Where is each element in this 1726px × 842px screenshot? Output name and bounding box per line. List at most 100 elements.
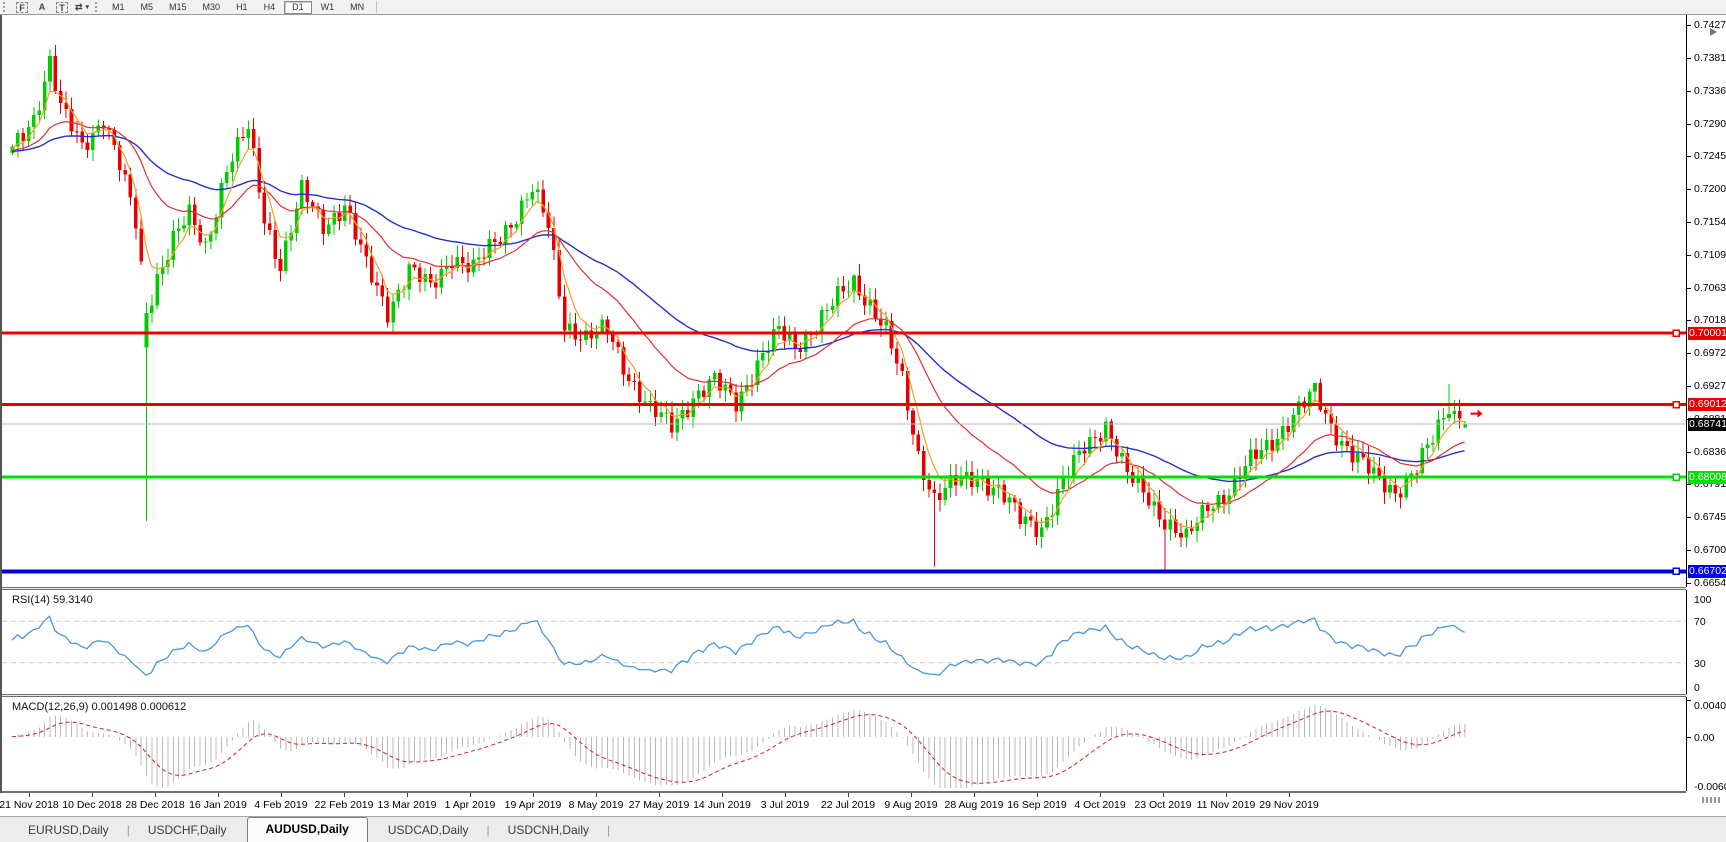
- price-tick: [1687, 189, 1691, 190]
- chart-tab-bar: EURUSD,Daily|USDCHF,DailyAUDUSD,DailyUSD…: [0, 816, 1726, 842]
- toolbar-separator: [376, 1, 377, 13]
- timeframe-button-H1[interactable]: H1: [229, 1, 255, 14]
- date-tick: [659, 793, 660, 797]
- timeframe-button-M30[interactable]: M30: [196, 1, 228, 14]
- date-label: 28 Dec 2018: [125, 799, 185, 811]
- date-tick: [1100, 793, 1101, 797]
- toolbar-grip[interactable]: [3, 2, 7, 12]
- macd-axis: 0.0040170.00-0.00609: [1686, 697, 1726, 791]
- autoscroll-arrow-icon[interactable]: [1710, 28, 1717, 36]
- date-tick: [974, 793, 975, 797]
- text-label-icon[interactable]: A: [34, 1, 50, 14]
- fibonacci-icon: F: [16, 2, 28, 13]
- price-tick: [1687, 156, 1691, 157]
- timeframe-button-W1[interactable]: W1: [314, 1, 342, 14]
- date-label: 23 Oct 2019: [1134, 799, 1191, 811]
- date-tick: [596, 793, 597, 797]
- rsi-scale-label: 70: [1694, 616, 1706, 628]
- tab-separator: |: [605, 823, 612, 842]
- date-tick: [407, 793, 408, 797]
- price-tick: [1687, 25, 1691, 26]
- arrow-objects-icon[interactable]: ⇄▾: [74, 1, 90, 14]
- price-tick-label: 0.71090: [1694, 249, 1726, 261]
- chart-tab-usdchf[interactable]: USDCHF,Daily: [132, 820, 243, 842]
- rsi-scale-label: 0: [1694, 682, 1700, 694]
- price-axis: 0.742700.738100.733600.729000.724500.720…: [1686, 15, 1726, 587]
- price-tick-label: 0.72000: [1694, 183, 1726, 195]
- date-tick: [1037, 793, 1038, 797]
- rsi-axis: 100 70 30 0: [1686, 590, 1726, 694]
- date-label: 19 Apr 2019: [505, 799, 562, 811]
- toolbar-grip[interactable]: [95, 2, 99, 12]
- rsi-scale-label: 100: [1694, 594, 1712, 606]
- price-tick-label: 0.71540: [1694, 216, 1726, 228]
- date-tick: [722, 793, 723, 797]
- price-tick: [1687, 91, 1691, 92]
- price-tick: [1687, 124, 1691, 125]
- date-label: 4 Feb 2019: [254, 799, 307, 811]
- date-label: 14 Jun 2019: [693, 799, 751, 811]
- macd-canvas[interactable]: [2, 697, 1686, 791]
- date-label: 1 Apr 2019: [445, 799, 496, 811]
- chart-tab-audusd[interactable]: AUDUSD,Daily: [247, 817, 368, 842]
- date-label: 11 Nov 2019: [1197, 799, 1256, 811]
- price-tick: [1687, 255, 1691, 256]
- macd-pane[interactable]: MACD(12,26,9) 0.001498 0.000612: [2, 697, 1686, 791]
- price-tick-label: 0.66540: [1694, 577, 1726, 589]
- rsi-indicator-label: RSI(14) 59.3140: [12, 594, 93, 606]
- price-tick: [1687, 452, 1691, 453]
- timeframe-button-D1[interactable]: D1: [284, 1, 312, 14]
- price-tick: [1687, 583, 1691, 584]
- date-tick: [911, 793, 912, 797]
- level-price-label: 0.66702: [1688, 565, 1726, 578]
- fibonacci-icon[interactable]: F: [14, 1, 30, 14]
- date-label: 16 Sep 2019: [1007, 799, 1067, 811]
- rsi-pane[interactable]: RSI(14) 59.3140: [2, 590, 1686, 694]
- date-tick: [470, 793, 471, 797]
- price-tick-label: 0.69270: [1694, 380, 1726, 392]
- date-label: 4 Oct 2019: [1074, 799, 1125, 811]
- timeframe-button-MN[interactable]: MN: [343, 1, 371, 14]
- date-label: 28 Aug 2019: [945, 799, 1004, 811]
- date-label: 9 Aug 2019: [884, 799, 937, 811]
- price-tick: [1687, 320, 1691, 321]
- candlestick-canvas[interactable]: [2, 15, 1686, 587]
- date-tick: [218, 793, 219, 797]
- price-tick-label: 0.73810: [1694, 52, 1726, 64]
- date-label: 16 Jan 2019: [189, 799, 247, 811]
- date-tick: [1226, 793, 1227, 797]
- chart-window: ▼ AUDUSD,Daily 0.68694 0.68782 0.68690 0…: [0, 15, 1726, 816]
- date-label: 22 Feb 2019: [315, 799, 374, 811]
- date-axis[interactable]: 21 Nov 201810 Dec 201828 Dec 201816 Jan …: [0, 793, 1726, 816]
- date-label: 22 Jul 2019: [821, 799, 875, 811]
- price-tick-label: 0.73360: [1694, 85, 1726, 97]
- current-price-label: 0.68741: [1688, 418, 1726, 431]
- chart-tab-eurusd[interactable]: EURUSD,Daily: [12, 820, 125, 842]
- price-tick-label: 0.70630: [1694, 282, 1726, 294]
- price-tick-label: 0.67000: [1694, 544, 1726, 556]
- timeframe-button-M1[interactable]: M1: [105, 1, 132, 14]
- date-label: 3 Jul 2019: [761, 799, 809, 811]
- main-chart-pane[interactable]: [2, 15, 1686, 587]
- timeframe-button-M5[interactable]: M5: [134, 1, 161, 14]
- date-tick: [785, 793, 786, 797]
- date-label: 8 May 2019: [569, 799, 624, 811]
- macd-scale-label: 0.004017: [1694, 700, 1726, 712]
- chart-tab-usdcnh[interactable]: USDCNH,Daily: [492, 820, 605, 842]
- chart-tab-usdcad[interactable]: USDCAD,Daily: [372, 820, 485, 842]
- resize-grip[interactable]: [1702, 797, 1722, 803]
- date-tick: [281, 793, 282, 797]
- text-icon: T: [56, 2, 68, 13]
- rsi-canvas[interactable]: [2, 590, 1686, 694]
- price-tick: [1687, 550, 1691, 551]
- date-tick: [155, 793, 156, 797]
- text-icon[interactable]: T: [54, 1, 70, 14]
- price-tick-label: 0.70180: [1694, 314, 1726, 326]
- price-tick-label: 0.67450: [1694, 511, 1726, 523]
- date-label: 21 Nov 2018: [0, 799, 59, 811]
- price-tick: [1687, 517, 1691, 518]
- timeframe-button-H4[interactable]: H4: [257, 1, 283, 14]
- timeframe-button-M15[interactable]: M15: [162, 1, 194, 14]
- rsi-scale-label: 30: [1694, 658, 1706, 670]
- dropdown-caret-icon[interactable]: ▾: [86, 3, 90, 11]
